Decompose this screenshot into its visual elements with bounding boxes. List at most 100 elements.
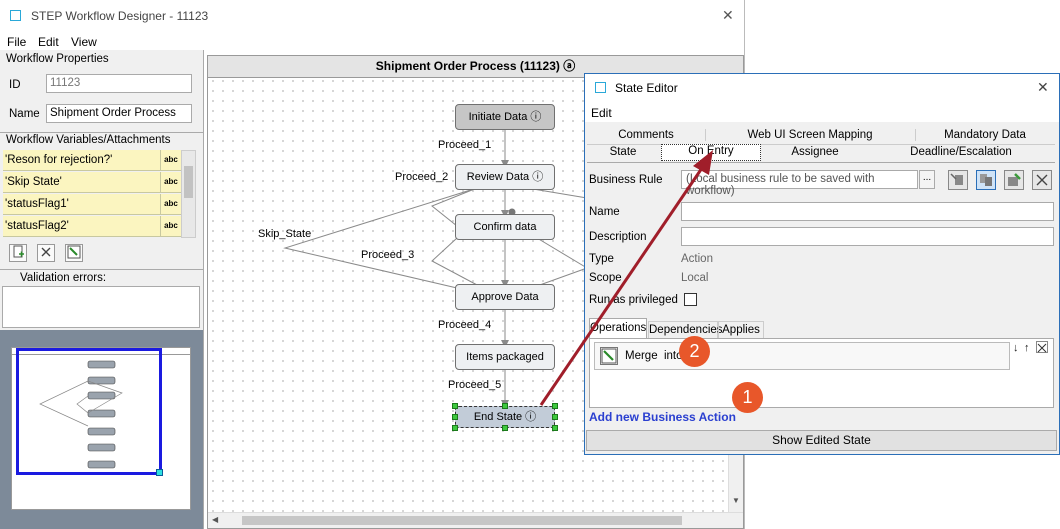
selection-handle[interactable] <box>452 403 458 409</box>
scope-label: Scope <box>589 272 622 284</box>
text-type-badge: abc <box>160 150 181 170</box>
rule-insert-icon[interactable] <box>948 170 968 190</box>
rule-copy-icon[interactable] <box>976 170 996 190</box>
variable-row[interactable]: 'statusFlag1' abc <box>3 194 181 215</box>
title-bar: STEP Workflow Designer - 11123 ✕ <box>0 0 744 32</box>
validation-errors-box <box>2 286 200 328</box>
operation-item[interactable]: Merge into <box>594 342 1010 370</box>
scroll-down-icon[interactable]: ▼ <box>732 496 740 505</box>
viewport-resize-handle[interactable] <box>156 469 163 476</box>
id-field[interactable]: 11123 <box>46 74 192 93</box>
remove-operation-icon[interactable] <box>1036 341 1048 353</box>
variable-row[interactable]: 'statusFlag2' abc <box>3 216 181 237</box>
name-field[interactable]: Shipment Order Process <box>46 104 192 123</box>
selection-handle[interactable] <box>552 425 558 431</box>
type-value: Action <box>681 253 713 265</box>
close-icon[interactable]: ✕ <box>722 7 734 24</box>
selection-handle[interactable] <box>452 425 458 431</box>
state-editor-title-bar: State Editor ✕ <box>584 73 1060 100</box>
canvas-horizontal-scrollbar[interactable]: ◀ <box>208 512 743 528</box>
scrollbar-thumb[interactable] <box>184 166 193 198</box>
add-business-action-link[interactable]: Add new Business Action <box>589 410 736 424</box>
editor-app-icon <box>595 82 606 93</box>
add-variable-icon[interactable] <box>9 244 27 262</box>
variables-label: Workflow Variables/Attachments <box>6 134 171 146</box>
browse-button[interactable]: ... <box>919 170 935 189</box>
edge-label-proceed-5: Proceed_5 <box>448 379 502 391</box>
business-rule-label: Business Rule <box>589 174 663 186</box>
selection-handle[interactable] <box>552 414 558 420</box>
state-node-approve-data[interactable]: Approve Data <box>455 284 555 310</box>
name-input[interactable] <box>681 202 1054 221</box>
variable-name: 'Reson for rejection?' <box>5 154 113 166</box>
tab-on-entry[interactable]: On Entry <box>661 144 761 161</box>
move-down-icon[interactable]: ↓ <box>1013 342 1019 354</box>
state-node-items-packaged[interactable]: Items packaged <box>455 344 555 370</box>
workflow-properties-label: Workflow Properties <box>6 53 109 65</box>
tabs-row-2: State On Entry Assignee Deadline/Escalat… <box>587 144 1055 163</box>
validation-label: Validation errors: <box>20 272 107 284</box>
subtab-applies-if[interactable]: Applies if <box>718 321 764 352</box>
subtab-operations[interactable]: Operations <box>589 318 647 339</box>
description-input[interactable] <box>681 227 1054 246</box>
edge-label-proceed-3: Proceed_3 <box>361 249 415 261</box>
menu-edit[interactable]: Edit <box>38 35 59 49</box>
editor-title: State Editor <box>615 81 678 95</box>
menu-bar: File Edit View <box>0 32 744 50</box>
divider <box>0 269 203 270</box>
subtab-dependencies[interactable]: Dependencies <box>648 321 723 339</box>
edit-variable-icon[interactable] <box>65 244 83 262</box>
tab-comments[interactable]: Comments <box>587 129 706 141</box>
tab-web-ui-screen-mapping[interactable]: Web UI Screen Mapping <box>705 129 916 141</box>
variable-row[interactable]: 'Skip State' abc <box>3 172 181 193</box>
business-rule-input[interactable]: (Local business rule to be saved with wo… <box>681 170 918 197</box>
divider <box>0 132 203 133</box>
variable-name: 'statusFlag2' <box>5 220 69 232</box>
rule-remove-icon[interactable] <box>1032 170 1052 190</box>
rule-edit-icon[interactable] <box>1004 170 1024 190</box>
viewport-frame[interactable] <box>16 348 162 475</box>
type-label: Type <box>589 253 614 265</box>
show-edited-state-button[interactable]: Show Edited State <box>586 430 1057 451</box>
variables-scrollbar[interactable] <box>181 150 196 238</box>
editor-menu-edit[interactable]: Edit <box>591 106 612 120</box>
operations-panel: Merge into ↓ ↑ <box>589 338 1054 408</box>
selection-handle[interactable] <box>502 425 508 431</box>
menu-view[interactable]: View <box>71 35 97 49</box>
app-icon <box>10 10 21 21</box>
variable-name: 'statusFlag1' <box>5 198 69 210</box>
tab-assignee[interactable]: Assignee <box>765 146 865 158</box>
name-label: Name <box>589 206 620 218</box>
edge-label-proceed-2: Proceed_2 <box>395 171 449 183</box>
menu-file[interactable]: File <box>7 35 26 49</box>
tab-state[interactable]: State <box>587 146 659 158</box>
selection-handle[interactable] <box>552 403 558 409</box>
subtabs: Operations Dependencies Applies if <box>589 318 1055 352</box>
selection-handle[interactable] <box>452 414 458 420</box>
window-title: STEP Workflow Designer - 11123 <box>31 9 209 23</box>
selection-handle[interactable] <box>502 403 508 409</box>
variable-row[interactable]: 'Reson for rejection?' abc <box>3 150 181 171</box>
editor-menu-bar: Edit <box>585 100 1059 122</box>
scroll-left-icon[interactable]: ◀ <box>212 515 218 524</box>
scrollbar-thumb[interactable] <box>242 516 682 525</box>
name-label: Name <box>9 108 40 120</box>
edge-label-skip-state: Skip_State <box>258 228 312 240</box>
tab-mandatory-data[interactable]: Mandatory Data <box>915 129 1055 141</box>
editor-close-icon[interactable]: ✕ <box>1037 79 1049 96</box>
description-label: Description <box>589 231 647 243</box>
delete-variable-icon[interactable] <box>37 244 55 262</box>
operation-label: Merge into <box>625 350 683 362</box>
overview-pane <box>0 330 203 529</box>
text-type-badge: abc <box>160 216 181 236</box>
state-node-initiate-data[interactable]: Initiate Data ⓘ <box>455 104 555 130</box>
callout-1: 1 <box>732 382 763 413</box>
run-privileged-checkbox[interactable] <box>684 293 697 306</box>
tab-deadline-escalation[interactable]: Deadline/Escalation <box>867 146 1055 158</box>
move-up-icon[interactable]: ↑ <box>1024 342 1030 354</box>
callout-2: 2 <box>679 336 710 367</box>
id-label: ID <box>9 79 21 91</box>
edge-label-proceed-4: Proceed_4 <box>438 319 492 331</box>
state-node-review-data[interactable]: Review Data ⓘ <box>455 164 555 190</box>
state-node-confirm-data[interactable]: Confirm data <box>455 214 555 240</box>
